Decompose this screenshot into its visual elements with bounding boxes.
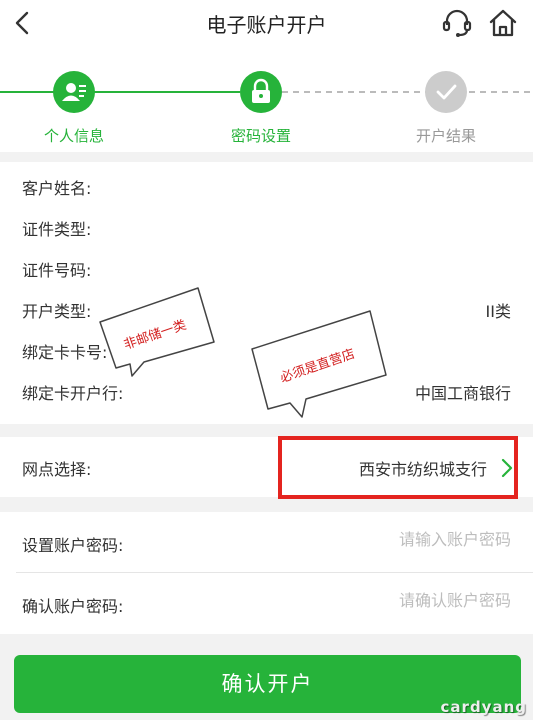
annotation-bubble-2: 必须是直营店 [246, 309, 392, 421]
step-password [240, 71, 282, 113]
home-icon[interactable] [486, 6, 520, 40]
branch-highlight-box [278, 436, 518, 499]
account-type-value: II类 [485, 302, 511, 321]
step-personal-info [53, 71, 95, 113]
annotation-bubble-1: 非邮储一类 [94, 286, 224, 378]
check-icon [436, 84, 457, 100]
set-password-label: 设置账户密码: [22, 536, 124, 555]
customer-name-label: 客户姓名: [22, 179, 92, 198]
step-result [425, 71, 467, 113]
person-card-icon [62, 83, 86, 101]
lock-icon [252, 78, 270, 103]
step-label-personal-info: 个人信息 [43, 127, 104, 145]
step-label-result: 开户结果 [415, 127, 476, 145]
divider [16, 572, 533, 573]
headset-icon[interactable] [440, 6, 474, 40]
watermark: cardyang [440, 698, 527, 716]
progress-steps: 个人信息 密码设置 开户结果 [0, 46, 533, 152]
id-type-label: 证件类型: [22, 220, 92, 239]
step-label-password: 密码设置 [230, 127, 291, 145]
id-number-label: 证件号码: [22, 261, 92, 280]
account-type-label: 开户类型: [22, 302, 92, 321]
set-password-input[interactable] [311, 530, 511, 549]
app-header: 电子账户开户 [0, 0, 533, 46]
branch-label: 网点选择: [22, 460, 92, 479]
password-section: 设置账户密码: 确认账户密码: [0, 512, 533, 634]
confirm-password-input[interactable] [311, 591, 511, 610]
bound-card-bank-value: 中国工商银行 [414, 384, 511, 403]
bound-card-bank-label: 绑定卡开户行: [22, 384, 124, 403]
confirm-password-label: 确认账户密码: [22, 597, 124, 616]
